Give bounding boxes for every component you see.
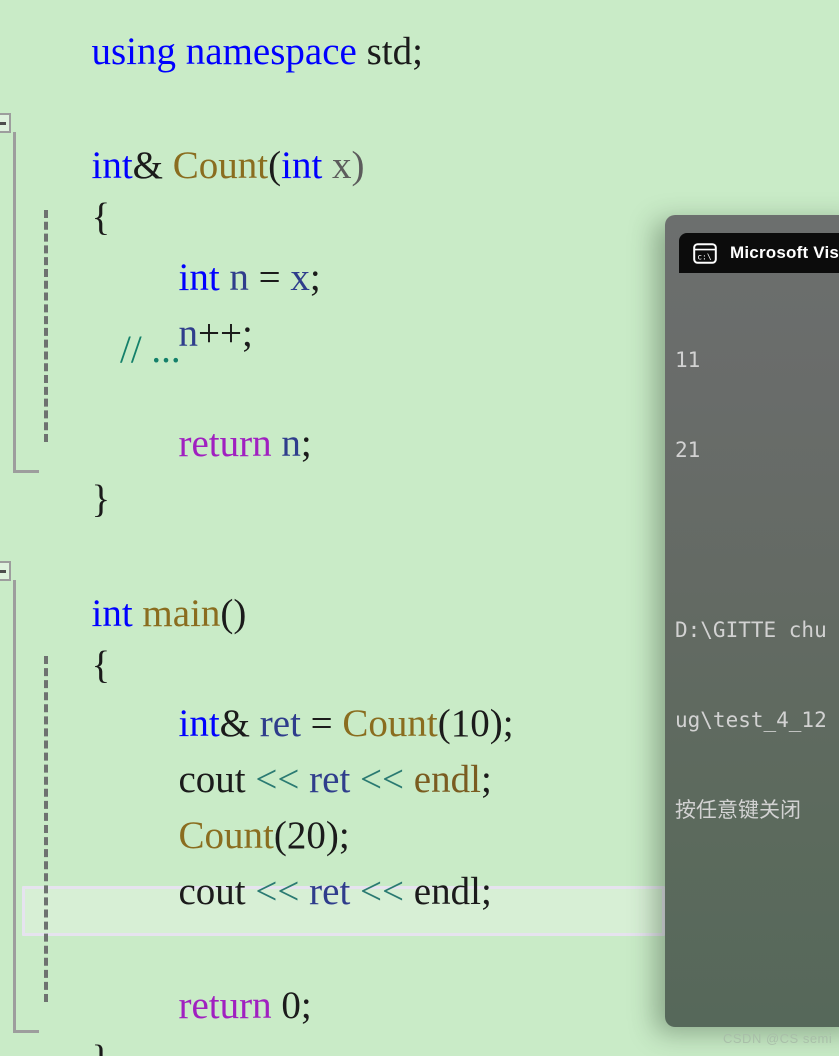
console-titlebar[interactable]: c:\ Microsoft Vis [679,233,839,273]
screenshot-root: using namespace std; int& Count(int x) {… [0,0,839,1056]
code-line-9[interactable]: } [33,440,111,560]
token-plain: ; [480,758,492,801]
token-plain: ( [268,144,282,187]
token-operator: ++; [198,312,253,355]
token-return-keyword: return [178,422,282,465]
fold-bar-main [13,580,16,1030]
token-identifier: x [322,144,352,187]
token-operator: & [132,144,173,187]
console-output-line: 11 [675,348,701,372]
console-cmd-icon: c:\ [693,242,717,264]
fold-bar-count [13,132,16,470]
svg-text:c:\: c:\ [697,252,712,261]
token-identifier: x [290,256,310,299]
console-window[interactable]: c:\ Microsoft Vis 11 21 D:\GITTE chu ug\… [665,215,839,1027]
token-identifier: ret [309,870,361,913]
code-line-1[interactable]: using namespace std; [33,0,423,112]
token-operator: = [258,256,291,299]
console-title-text: Microsoft Vis [730,243,839,262]
token-stream-operator: << [360,870,414,913]
fold-toggle-count[interactable] [0,113,11,133]
token-return-keyword: return [178,984,282,1027]
token-brace: { [91,196,111,239]
token-stream-operator: << [360,758,414,801]
token-function: main [142,592,221,635]
token-plain: ; [309,256,321,299]
token-stream-operator: << [255,870,310,913]
fold-toggle-main[interactable] [0,561,11,581]
token-function: Count [172,144,269,187]
console-output-line: ug\test_4_12 [675,708,827,732]
console-output: 11 21 D:\GITTE chu ug\test_4_12 按任意键关闭 [675,285,839,885]
token-brace: { [91,644,111,687]
code-line-4[interactable]: { [33,158,111,278]
token-identifier: n [178,312,199,355]
code-line-7[interactable]: // ... [120,330,181,370]
token-keyword: int [281,144,323,187]
console-output-line: 21 [675,438,701,462]
token-identifier: cout [178,870,256,913]
token-plain: ; [300,422,312,465]
code-line-19[interactable]: } [33,1000,111,1056]
code-line-18[interactable]: return 0; [120,946,312,1056]
console-output-line: 按任意键关闭 [675,798,801,822]
code-line-12[interactable]: { [33,606,111,726]
token-keyword: using namespace [91,30,367,73]
token-identifier: n [281,422,301,465]
console-output-blank-line [675,525,839,555]
console-output-line: D:\GITTE chu [675,618,827,642]
code-line-16[interactable]: cout << ret << endl; [120,832,492,952]
token-endl: endl [413,758,481,801]
token-plain: () [220,592,247,635]
token-number: 0; [281,984,312,1027]
token-plain: std; [366,30,423,73]
token-brace: } [92,1038,111,1056]
token-plain: ) [351,144,365,187]
token-endl: endl; [413,870,492,913]
watermark: CSDN @CS semi [723,1031,833,1046]
code-line-8[interactable]: return n; [120,384,312,504]
token-brace: } [91,478,111,521]
